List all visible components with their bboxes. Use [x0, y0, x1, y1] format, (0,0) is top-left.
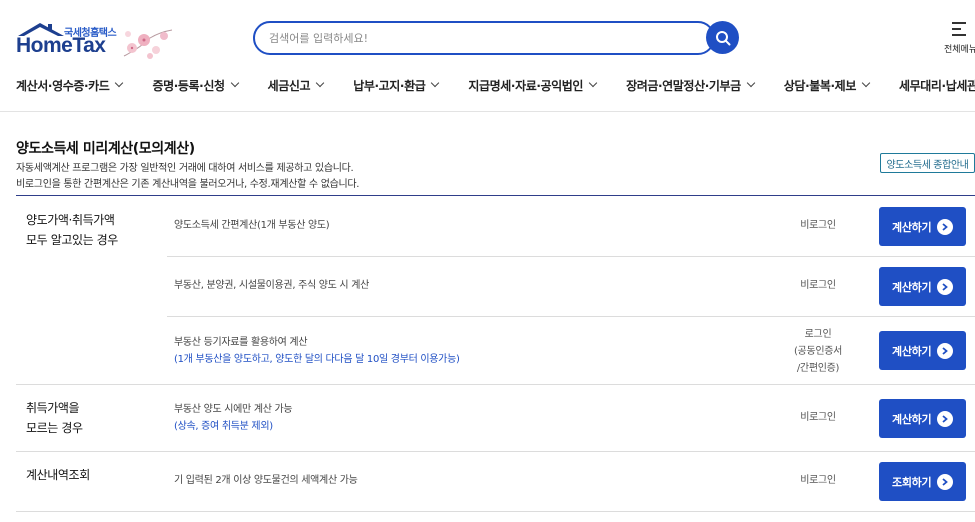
header: 국세청홈택스 HomeTax 전체메뉴 계산서·영수증·카드 증명·등록·신청 …: [0, 0, 975, 112]
chevron-down-icon: [861, 78, 871, 88]
row-text: 양도소득세 간편계산(1개 부동산 양도): [174, 220, 330, 231]
global-nav: 계산서·영수증·카드 증명·등록·신청 세금신고 납부·고지·환급 지급명세·자…: [16, 76, 975, 94]
nav-item-incentive[interactable]: 장려금·연말정산·기부금: [626, 76, 756, 94]
chevron-down-icon: [230, 78, 239, 88]
row-description: 부동산 양도 시에만 계산 가능 (상속, 증여 취득분 제외): [174, 401, 293, 435]
login-requirement: 비로그인: [800, 475, 836, 486]
calculate-button-unknown-cost[interactable]: 계산하기: [879, 399, 966, 438]
calculate-button-general[interactable]: 계산하기: [879, 267, 966, 306]
nav-item-tax-agent[interactable]: 세무대리·납세관리: [899, 76, 975, 94]
arrow-right-icon: [937, 411, 953, 427]
group-divider: [16, 384, 975, 385]
login-requirement: 비로그인: [800, 280, 836, 291]
button-label: 계산하기: [892, 280, 932, 294]
lookup-button-history[interactable]: 조회하기: [879, 462, 966, 501]
group-label-both-known: 양도가액·취득가액 모두 알고있는 경우: [26, 210, 118, 250]
nav-item-consult[interactable]: 상담·불복·제보: [783, 76, 871, 94]
row-description: 기 입력된 2개 이상 양도물건의 세액계산 가능: [174, 472, 358, 489]
row-text: 기 입력된 2개 이상 양도물건의 세액계산 가능: [174, 475, 358, 486]
button-label: 계산하기: [892, 344, 932, 358]
row-description: 부동산, 분양권, 시설물이용권, 주식 양도 시 계산: [174, 277, 369, 294]
nav-item-certificate[interactable]: 증명·등록·신청: [152, 76, 239, 94]
row-note: (상속, 증여 취득분 제외): [174, 421, 273, 432]
search-box: [253, 21, 715, 55]
nav-item-invoice[interactable]: 계산서·영수증·카드: [16, 76, 124, 94]
search-input[interactable]: [269, 30, 699, 46]
arrow-right-icon: [937, 279, 953, 295]
arrow-right-icon: [937, 219, 953, 235]
blossom-icon: [123, 29, 173, 59]
table-top-border: [16, 195, 975, 196]
nav-item-label: 지급명세·자료·공익법인: [468, 78, 584, 93]
hamburger-icon: [952, 22, 966, 40]
nav-item-payment[interactable]: 납부·고지·환급: [353, 76, 440, 94]
arrow-right-icon: [937, 474, 953, 490]
nav-item-label: 납부·고지·환급: [353, 78, 426, 93]
group-divider: [16, 511, 975, 512]
group-label-line: 계산내역조회: [26, 468, 90, 482]
group-label-line: 모르는 경우: [26, 421, 83, 435]
search-button[interactable]: [706, 21, 739, 54]
hometax-logo[interactable]: 국세청홈택스 HomeTax: [16, 22, 176, 62]
row-divider: [167, 316, 975, 317]
chevron-down-icon: [746, 78, 756, 88]
row-text: 부동산, 분양권, 시설물이용권, 주식 양도 시 계산: [174, 280, 370, 291]
group-label-history: 계산내역조회: [26, 465, 90, 485]
group-label-line: 모두 알고있는 경우: [26, 233, 118, 247]
nav-item-label: 상담·불복·제보: [783, 78, 857, 93]
guide-button[interactable]: 양도소득세 종합안내: [880, 153, 975, 173]
row-description: 부동산 등기자료를 활용하여 계산 (1개 부동산을 양도하고, 양도한 달의 …: [174, 334, 460, 368]
login-requirement: 비로그인: [800, 412, 836, 423]
chevron-down-icon: [315, 78, 325, 88]
group-divider: [16, 451, 975, 452]
login-line: 로그인: [804, 329, 832, 340]
row-divider: [167, 256, 975, 257]
arrow-right-icon: [937, 343, 953, 359]
nav-item-label: 세무대리·납세관리: [898, 78, 975, 93]
nav-item-payment-statement[interactable]: 지급명세·자료·공익법인: [468, 76, 598, 94]
login-requirement: 로그인 (공동인증서 /간편인증): [778, 326, 858, 377]
search-icon: [715, 30, 730, 45]
page-title: 양도소득세 미리계산(모의계산): [16, 141, 195, 157]
calculate-button-registry[interactable]: 계산하기: [879, 331, 966, 370]
button-label: 조회하기: [892, 475, 932, 489]
chevron-down-icon: [115, 78, 124, 88]
chevron-down-icon: [588, 78, 598, 88]
nav-item-tax-filing[interactable]: 세금신고: [267, 76, 325, 94]
all-menu-button[interactable]: 전체메뉴: [942, 20, 975, 60]
row-note: (1개 부동산을 양도하고, 양도한 달의 다다음 달 10일 경부터 이용가능…: [174, 354, 460, 365]
login-line: /간편인증): [796, 363, 840, 374]
row-description: 양도소득세 간편계산(1개 부동산 양도): [174, 217, 330, 234]
login-line: (공동인증서: [793, 346, 843, 357]
group-label-acquisition-unknown: 취득가액을 모르는 경우: [26, 398, 83, 438]
group-label-line: 취득가액을: [26, 401, 80, 415]
logo-title: HomeTax: [16, 34, 106, 57]
page-description-note: 비로그인을 통한 간편계산은 기존 계산내역을 불러오거나, 수정.재계산할 수…: [16, 179, 360, 190]
button-label: 계산하기: [892, 412, 932, 426]
nav-item-label: 장려금·연말정산·기부금: [626, 78, 741, 93]
button-label: 계산하기: [892, 220, 932, 234]
chevron-down-icon: [431, 78, 440, 88]
group-label-line: 양도가액·취득가액: [26, 213, 115, 227]
login-requirement: 비로그인: [800, 220, 836, 231]
nav-item-label: 세금신고: [267, 78, 311, 93]
calculate-button-simple[interactable]: 계산하기: [879, 207, 966, 246]
page-description: 자동세액계산 프로그램은 가장 일반적인 거래에 대하여 서비스를 제공하고 있…: [16, 163, 354, 174]
row-text: 부동산 양도 시에만 계산 가능: [174, 404, 293, 415]
row-text: 부동산 등기자료를 활용하여 계산: [174, 337, 308, 348]
all-menu-label: 전체메뉴: [944, 45, 975, 55]
nav-item-label: 증명·등록·신청: [152, 78, 225, 93]
nav-item-label: 계산서·영수증·카드: [16, 78, 110, 93]
